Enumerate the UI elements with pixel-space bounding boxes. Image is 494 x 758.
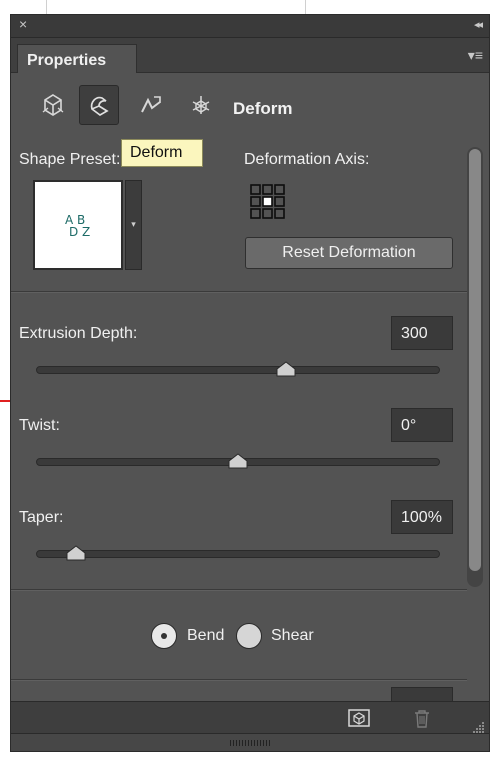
chevron-down-icon: ▾ bbox=[131, 219, 136, 229]
bend-label: Bend bbox=[187, 627, 225, 644]
shear-radio[interactable] bbox=[236, 623, 262, 649]
trash-icon bbox=[415, 710, 429, 728]
axis-grid-icon bbox=[250, 184, 285, 219]
ground-plane-button[interactable] bbox=[348, 709, 370, 732]
tab-row: Properties ▾≡ bbox=[11, 38, 489, 73]
preset-thumb-text-2: D Z bbox=[69, 225, 91, 239]
scrollbar[interactable] bbox=[467, 147, 483, 587]
coordinates-icon bbox=[192, 96, 210, 114]
deformation-axis-grid[interactable] bbox=[249, 183, 287, 226]
twist-slider-thumb[interactable] bbox=[227, 453, 249, 469]
shape-preset-label: Shape Preset: bbox=[19, 151, 121, 168]
bend-radio[interactable] bbox=[151, 623, 177, 649]
reset-deformation-button[interactable]: Reset Deformation bbox=[245, 237, 453, 269]
ground-plane-icon bbox=[348, 709, 370, 727]
extrusion-depth-slider-thumb[interactable] bbox=[275, 361, 297, 377]
shape-preset-dropdown[interactable]: ▾ bbox=[125, 180, 142, 270]
extrusion-depth-slider[interactable] bbox=[36, 366, 440, 374]
taper-slider[interactable] bbox=[36, 550, 440, 558]
panel-menu-icon[interactable]: ▾≡ bbox=[468, 47, 483, 64]
twist-label: Twist: bbox=[19, 417, 60, 434]
tool-row: Deform bbox=[11, 85, 489, 135]
properties-panel: × ◂◂ Properties ▾≡ Deform Deform Shape P… bbox=[10, 14, 490, 752]
taper-input[interactable]: 100% bbox=[391, 500, 453, 534]
guide-line-left bbox=[46, 0, 47, 14]
extrusion-depth-label: Extrusion Depth: bbox=[19, 325, 138, 342]
divider bbox=[11, 679, 467, 681]
collapse-icon[interactable]: ◂◂ bbox=[474, 18, 483, 31]
shear-label: Shear bbox=[271, 627, 314, 644]
grip-lines bbox=[230, 740, 270, 746]
mesh-icon bbox=[42, 94, 64, 116]
deform-icon bbox=[90, 96, 109, 117]
twist-input[interactable]: 0° bbox=[391, 408, 453, 442]
deform-tool-button[interactable] bbox=[79, 85, 119, 125]
taper-label: Taper: bbox=[19, 509, 64, 526]
divider bbox=[11, 291, 467, 293]
cap-tool-button[interactable] bbox=[131, 85, 171, 125]
shape-preset-thumbnail[interactable]: A B D Z bbox=[33, 180, 123, 270]
panel-bottom-bar bbox=[11, 701, 489, 734]
divider bbox=[11, 589, 467, 591]
coordinates-tool-button[interactable] bbox=[181, 85, 221, 125]
tab-properties[interactable]: Properties bbox=[17, 44, 137, 73]
section-label: Deform bbox=[233, 99, 293, 118]
close-icon[interactable]: × bbox=[19, 16, 27, 32]
cap-icon bbox=[141, 96, 161, 113]
panel-titlebar: × ◂◂ bbox=[11, 15, 489, 38]
scrollbar-thumb[interactable] bbox=[469, 149, 481, 571]
delete-button[interactable] bbox=[413, 709, 431, 734]
radio-dot bbox=[161, 633, 167, 639]
deformation-axis-label: Deformation Axis: bbox=[244, 151, 370, 168]
tooltip: Deform bbox=[121, 139, 203, 167]
panel-resize-handle[interactable] bbox=[11, 733, 489, 751]
guide-line-right bbox=[305, 0, 306, 14]
extrusion-depth-input[interactable]: 300 bbox=[391, 316, 453, 350]
mesh-tool-button[interactable] bbox=[33, 85, 73, 125]
clipped-input bbox=[391, 687, 453, 701]
guide-line-red bbox=[0, 400, 10, 402]
taper-slider-thumb[interactable] bbox=[65, 545, 87, 561]
